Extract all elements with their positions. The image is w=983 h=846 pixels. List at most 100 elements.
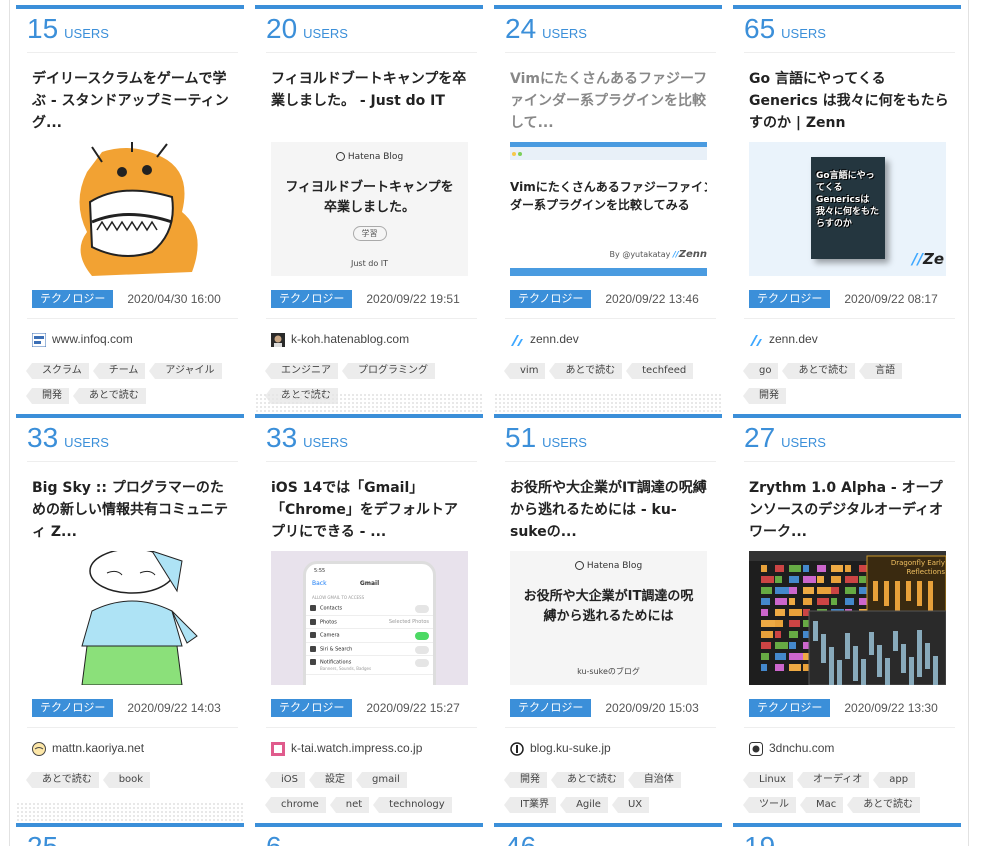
entry-title-link[interactable]: お役所や大企業がIT調達の呪縛から逃れるためには - ku-sukeの... (510, 477, 710, 543)
entry-card[interactable]: 27 USERS Zrythm 1.0 Alpha - オープンソースのデジタルオー… (733, 414, 961, 813)
users-count[interactable]: 46USERS (505, 831, 716, 846)
category-badge[interactable]: テクノロジー (749, 289, 831, 308)
tag-item[interactable]: Linux (743, 772, 793, 788)
tag-item[interactable]: Mac (799, 797, 844, 813)
tag-item[interactable]: UX (611, 797, 650, 813)
entry-card[interactable]: 33 USERS iOS 14では「Gmail」「Chrome」をデフォルトアプリに… (255, 414, 483, 813)
users-count[interactable]: 6USERS (266, 831, 477, 846)
site-link[interactable]: k-koh.hatenablog.com (271, 332, 409, 347)
users-number[interactable]: 33 (27, 422, 58, 453)
site-link[interactable]: mattn.kaoriya.net (32, 741, 144, 756)
site-link[interactable]: k-tai.watch.impress.co.jp (271, 741, 422, 756)
tag-item[interactable]: 開発 (743, 388, 786, 404)
tag-item[interactable]: プログラミング (342, 363, 435, 379)
users-count[interactable]: 24 USERS (505, 13, 716, 53)
tag-item[interactable]: チーム (92, 363, 146, 379)
entry-title-link[interactable]: Vimにたくさんあるファジーファインダー系プラグインを比較して... (510, 68, 710, 134)
site-domain[interactable]: www.infoq.com (52, 332, 133, 346)
users-count[interactable]: 65 USERS (744, 13, 955, 53)
tag-item[interactable]: あとで読む (73, 388, 146, 404)
tag-item[interactable]: ツール (743, 797, 796, 813)
entry-card[interactable]: 15 USERS デイリースクラムをゲームで学ぶ - スタンドアップミーティング..… (16, 5, 244, 404)
users-count[interactable]: 33 USERS (27, 422, 238, 462)
tag-item[interactable]: technology (373, 797, 452, 813)
tag-item[interactable]: 設定 (309, 772, 352, 788)
category-badge[interactable]: テクノロジー (271, 698, 353, 717)
users-count[interactable]: 51 USERS (505, 422, 716, 462)
entry-title-link[interactable]: デイリースクラムをゲームで学ぶ - スタンドアップミーティング... (32, 68, 232, 134)
category-badge[interactable]: テクノロジー (32, 698, 114, 717)
users-number[interactable]: 24 (505, 13, 536, 44)
users-number[interactable]: 15 (27, 13, 58, 44)
entry-card[interactable]: 33 USERSBig Sky :: プログラマーのための新しい情報共有コミュニテ… (16, 414, 244, 822)
site-link[interactable]: blog.ku-suke.jp (510, 741, 611, 756)
entry-title-link[interactable]: Zrythm 1.0 Alpha - オープンソースのデジタルオーディオワーク.… (749, 477, 949, 543)
tag-item[interactable]: app (873, 772, 916, 788)
tag-item[interactable]: エンジニア (265, 363, 338, 379)
entry-card[interactable]: 65 USERS Go 言語にやってくる Generics は我々に何をもたらすのか… (733, 5, 961, 404)
users-count[interactable]: 33 USERS (266, 422, 477, 462)
entry-card[interactable]: 46USERS (494, 823, 722, 846)
tag-item[interactable]: アジャイル (149, 363, 222, 379)
users-count[interactable]: 27 USERS (744, 422, 955, 462)
tag-item[interactable]: あとで読む (549, 363, 623, 379)
site-domain[interactable]: blog.ku-suke.jp (530, 741, 611, 755)
users-count[interactable]: 20 USERS (266, 13, 477, 53)
category-badge[interactable]: テクノロジー (749, 698, 831, 717)
entry-card[interactable]: 6USERS (255, 823, 483, 846)
entry-thumbnail[interactable]: 5:55 Back Gmail ALLOW GMAIL TO ACCESS Contac… (271, 551, 468, 685)
entry-title-link[interactable]: フィヨルドブートキャンプを卒業しました。 - Just do IT (271, 68, 471, 112)
users-number[interactable]: 20 (266, 13, 297, 44)
users-number[interactable]: 6 (266, 831, 282, 846)
users-number[interactable]: 27 (744, 422, 775, 453)
users-number[interactable]: 25 (27, 831, 58, 846)
site-link[interactable]: zenn.dev (749, 332, 818, 347)
entry-card[interactable]: 24 USERS Vimにたくさんあるファジーファインダー系プラグインを比較して..… (494, 5, 722, 413)
tag-item[interactable]: book (102, 772, 151, 788)
tag-item[interactable]: IT業界 (503, 797, 557, 813)
tag-item[interactable]: Agile (560, 797, 608, 813)
tag-item[interactable]: 開発 (504, 772, 547, 788)
users-number[interactable]: 51 (505, 422, 536, 453)
site-link[interactable]: www.infoq.com (32, 332, 133, 347)
entry-thumbnail[interactable]: Hatena Blog お役所や大企業がIT調達の呪縛から逃れるためには ku-su… (510, 551, 707, 685)
users-number[interactable]: 65 (744, 13, 775, 44)
entry-thumbnail[interactable]: Go言語にやってくるGenericsは我々に何をもたらすのか //Ze (749, 142, 946, 276)
tag-item[interactable]: net (329, 797, 370, 813)
site-domain[interactable]: zenn.dev (769, 332, 818, 346)
entry-card[interactable]: 25USERS (16, 823, 244, 846)
users-number[interactable]: 33 (266, 422, 297, 453)
tag-item[interactable]: オーディオ (796, 772, 870, 788)
users-count[interactable]: 25USERS (27, 831, 238, 846)
tag-item[interactable]: iOS (265, 772, 305, 788)
category-badge[interactable]: テクノロジー (32, 289, 114, 308)
tag-item[interactable]: chrome (265, 797, 326, 813)
entry-card[interactable]: 19USERS (733, 823, 961, 846)
tag-item[interactable]: gmail (356, 772, 407, 788)
entry-title-link[interactable]: Big Sky :: プログラマーのための新しい情報共有コミュニティ Z... (32, 477, 232, 543)
entry-thumbnail[interactable]: Dragonfly Early Reflections (749, 551, 946, 685)
entry-thumbnail[interactable] (32, 551, 229, 685)
site-domain[interactable]: 3dnchu.com (769, 741, 834, 755)
site-domain[interactable]: zenn.dev (530, 332, 579, 346)
tag-item[interactable]: あとで読む (26, 772, 99, 788)
tag-item[interactable]: あとで読む (782, 363, 856, 379)
tag-item[interactable]: 言語 (859, 363, 903, 379)
site-link[interactable]: zenn.dev (510, 332, 579, 347)
tag-item[interactable]: 開発 (26, 388, 69, 404)
entry-title-link[interactable]: Go 言語にやってくる Generics は我々に何をもたらすのか | Zenn (749, 68, 949, 134)
category-badge[interactable]: テクノロジー (271, 289, 353, 308)
users-count[interactable]: 15 USERS (27, 13, 238, 53)
category-badge[interactable]: テクノロジー (510, 698, 592, 717)
users-number[interactable]: 19 (744, 831, 775, 846)
tag-item[interactable]: スクラム (26, 363, 89, 379)
category-badge[interactable]: テクノロジー (510, 289, 592, 308)
site-domain[interactable]: k-koh.hatenablog.com (291, 332, 409, 346)
entry-card[interactable]: 51 USERS お役所や大企業がIT調達の呪縛から逃れるためには - ku-suk… (494, 414, 722, 813)
entry-card[interactable]: 20 USERS フィヨルドブートキャンプを卒業しました。 - Just do IT… (255, 5, 483, 413)
tag-item[interactable]: techfeed (626, 363, 694, 379)
tag-item[interactable]: go (742, 363, 779, 379)
site-domain[interactable]: k-tai.watch.impress.co.jp (291, 741, 422, 755)
site-link[interactable]: 3dnchu.com (749, 741, 834, 756)
tag-item[interactable]: vim (503, 363, 546, 379)
